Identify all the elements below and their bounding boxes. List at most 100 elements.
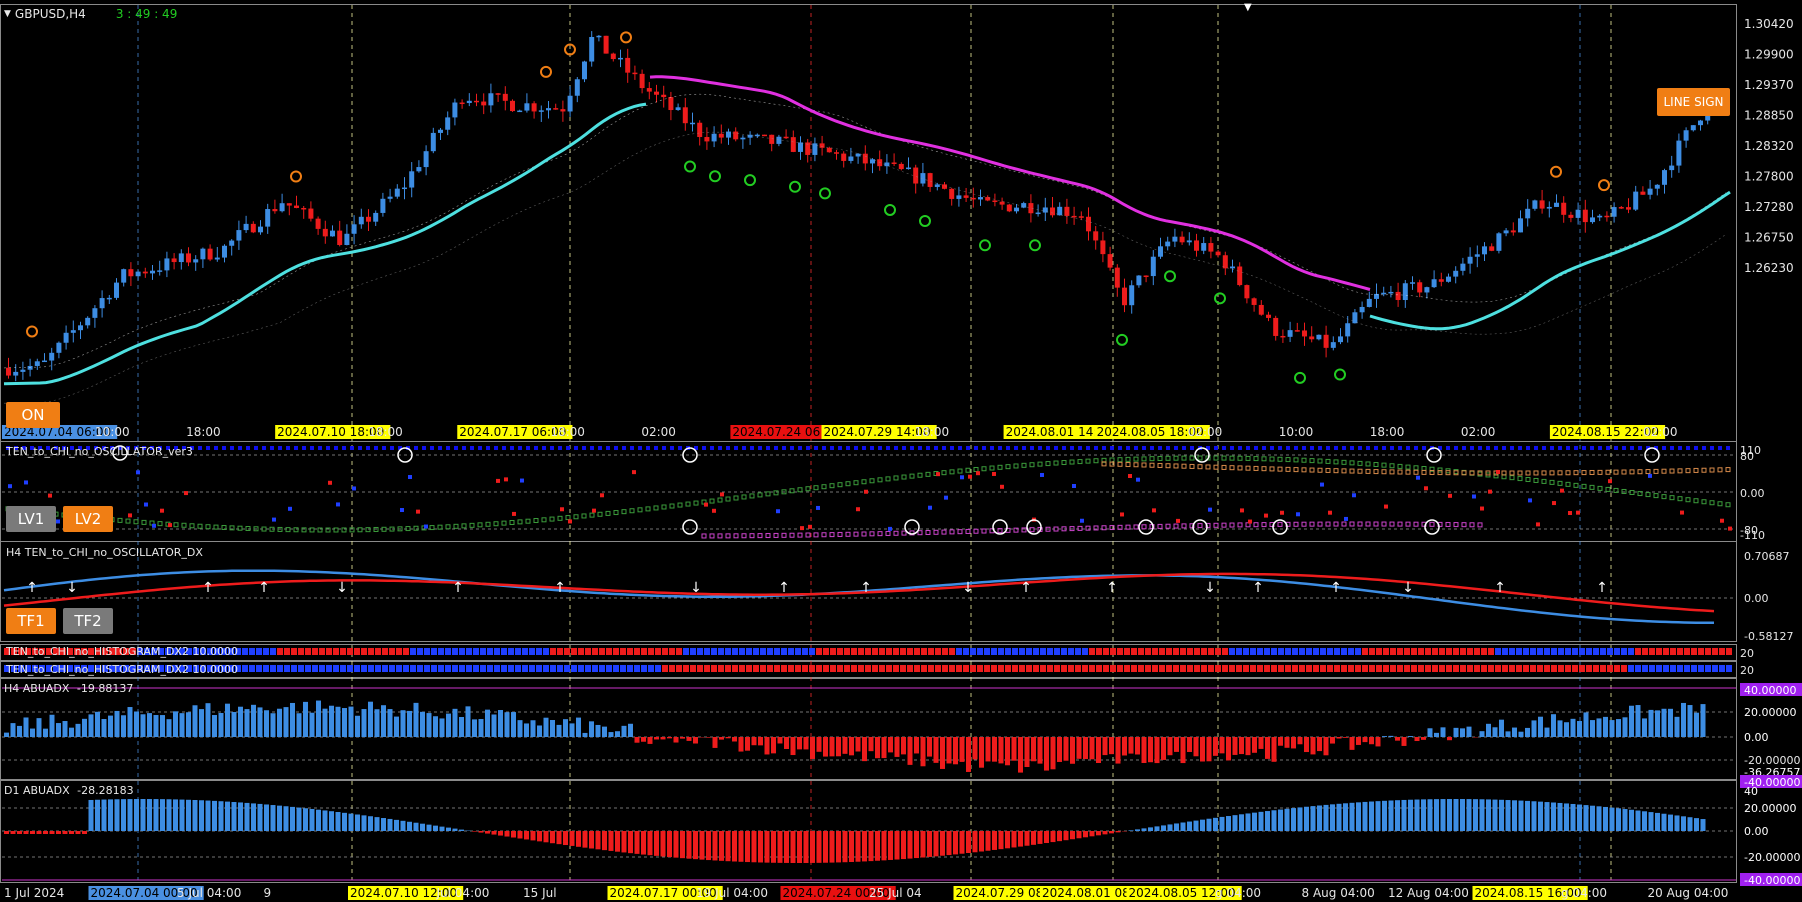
abuadx-bar [1538,716,1543,737]
histogram-cell [1033,665,1039,672]
oscillator-dot [1069,459,1075,465]
abuadx-bar [1642,811,1647,831]
tf2-button[interactable]: TF2 [63,608,113,634]
histogram-cell [599,665,605,672]
oscillator-dot [1030,446,1034,450]
on-button[interactable]: ON [6,402,60,428]
candle-body [452,102,458,118]
histogram-cell [1257,665,1263,672]
triangle-down-icon[interactable]: ▼ [4,9,11,19]
oscillator-dot [870,446,874,450]
histogram-cell [1019,648,1025,655]
oscillator-dot [1406,446,1410,450]
abuadx-bar [966,831,971,854]
lv1-button[interactable]: LV1 [6,506,56,532]
candle-body [1417,282,1423,293]
histogram-cell [410,648,416,655]
abuadx-bar [1369,801,1374,831]
abuadx-bar [491,714,497,737]
histogram-cell [991,665,997,672]
oscillator-dot [1542,446,1546,450]
oscillator-dot [1277,521,1283,527]
tf1-button[interactable]: TF1 [6,608,56,634]
histogram-cell [1523,648,1529,655]
oscillator-dot [518,446,522,450]
abuadx-bar [1154,737,1160,764]
oscillator-dot [1136,477,1140,482]
histogram-cell [1299,648,1305,655]
line-sign-badge[interactable]: LINE SIGN [1657,88,1730,116]
abuadx-bar [699,831,705,860]
candle-body [682,107,688,124]
candle-body [1266,314,1271,318]
candle-body [1381,292,1387,295]
oscillator-dot [1029,527,1035,533]
arrow-up-icon: ↑ [202,580,214,596]
histogram-cell [816,648,822,655]
histogram-cell [1656,648,1662,655]
abuadx-bar [1096,831,1101,836]
abuadx-level-label: 20.00000 [1744,802,1797,815]
candle-body [1258,304,1264,315]
candle-body [373,212,379,222]
candle-body [798,142,803,152]
histogram-cell [1432,648,1438,655]
histogram-cell [1705,648,1711,655]
abuadx-bar [303,701,308,737]
histogram-cell [669,665,675,672]
abuadx-bar [732,831,737,862]
oscillator-dot [1120,512,1124,517]
abuadx-bar [1674,716,1680,737]
candle-body [20,369,26,372]
top-time-label: 02:00 [1643,425,1678,439]
candle-body [488,93,494,106]
candle-body [214,257,220,260]
oscillator-dot [1454,446,1458,450]
histogram-cell [312,665,318,672]
scroll-marker-icon[interactable]: ▼ [1244,2,1252,13]
histogram-cell [1019,665,1025,672]
oscillator-dot [765,491,771,497]
candle-body [171,258,177,263]
oscillator-dot [1416,475,1420,480]
oscillator-dot [1341,521,1347,527]
candle-body [150,270,155,274]
oscillator-dot [328,480,332,485]
oscillator-dot [1693,467,1699,473]
abuadx-bar [1531,801,1537,831]
candle-body [1064,206,1070,216]
oscillator-dot [550,446,554,450]
oscillator-dot [502,446,506,450]
histogram-2-title: TEN_to_CHI_no_HISTOGRAM_DX2 10.0000 [6,663,238,676]
oscillator-dot [341,527,347,533]
histogram-cell [893,665,899,672]
candle-body [13,371,19,376]
oscillator-dot [1448,493,1452,498]
abuadx-bar [595,831,601,850]
lv2-button[interactable]: LV2 [63,506,113,532]
histogram-cell [368,648,374,655]
histogram-cell [1103,665,1109,672]
chart-canvas[interactable]: ↑ ↓ ↑ ↑ ↓ ↑ ↑ ↓ ↑ ↑ ↓ ↑ ↑ ↓ ↑ ↑ ↓ ↑ ↑ 1.304201.299001.2937… [0,0,1802,902]
oscillator-dot [1197,523,1203,529]
abuadx-bar [88,799,94,831]
oscillator-dot [1165,455,1171,461]
abuadx-bar [264,804,269,831]
candle-body [42,360,47,363]
oscillator-dot [1366,446,1370,450]
abuadx-bar [524,723,529,737]
oscillator-dot [1605,486,1611,492]
histogram-cell [263,665,269,672]
abuadx-bar [433,825,438,831]
histogram-cell [1075,665,1081,672]
oscillator-dot [781,532,787,538]
chart-window[interactable]: ↑ ↓ ↑ ↑ ↓ ↑ ↑ ↓ ↑ ↑ ↓ ↑ ↑ ↓ ↑ ↑ ↓ ↑ ↑ 1.30420 1.29900 1.2937… [0,0,1802,902]
abuadx-bar [17,725,22,737]
histogram-cell [1348,648,1354,655]
oscillator-dot [197,523,203,529]
oscillator-dot [894,446,898,450]
oscillator-dot [856,507,860,512]
oscillator-dot [1534,446,1538,450]
arrow-up-icon: ↑ [860,580,872,596]
target-circle-icon [684,160,696,173]
